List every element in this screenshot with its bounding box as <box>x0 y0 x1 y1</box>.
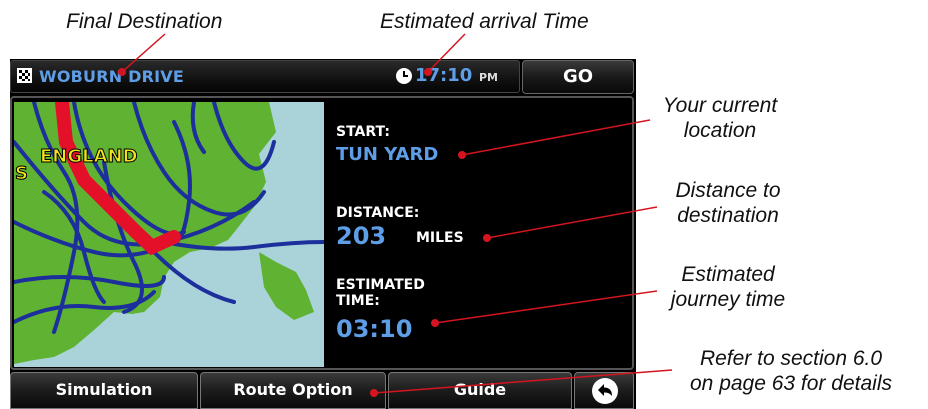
callout-line: Refer to section 6.0 <box>699 347 883 370</box>
callout-line: on page 63 for details <box>690 372 892 395</box>
callout-current-location: Your current location <box>650 93 790 143</box>
callout-journey-time: Estimated journey time <box>658 262 798 312</box>
time-value: 03:10 <box>336 315 413 343</box>
start-label: START: <box>336 124 390 140</box>
distance-unit: MILES <box>416 230 464 246</box>
callout-line: journey time <box>670 288 786 311</box>
time-label-line: TIME: <box>336 293 380 309</box>
time-label: ESTIMATED TIME: <box>336 277 425 309</box>
start-value: TUN YARD <box>336 144 439 165</box>
callout-line: Your current <box>662 94 778 117</box>
route-option-button[interactable]: Route Option <box>200 372 386 409</box>
callout-estimated-arrival: Estimated arrival Time <box>380 10 589 33</box>
eta-time: 17:10 <box>415 65 473 86</box>
callout-line: destination <box>677 204 779 227</box>
callout-line: location <box>683 119 757 142</box>
callout-final-destination: Final Destination <box>66 10 223 33</box>
checkered-flag-icon <box>17 68 32 83</box>
destination-bar[interactable]: WOBURN DRIVE 17:10 PM <box>10 60 520 93</box>
distance-label: DISTANCE: <box>336 205 420 221</box>
guide-button[interactable]: Guide <box>388 372 572 409</box>
callout-distance: Distance to destination <box>658 178 798 228</box>
eta-ampm: PM <box>479 71 499 84</box>
clock-icon <box>396 68 412 84</box>
map-edge-label: S <box>15 163 28 184</box>
callout-line: Estimated <box>681 263 775 286</box>
destination-name: WOBURN DRIVE <box>39 67 184 86</box>
callout-refer-section: Refer to section 6.0 on page 63 for deta… <box>662 346 920 396</box>
callout-line: Distance to <box>675 179 781 202</box>
go-button[interactable]: GO <box>522 60 634 94</box>
route-map[interactable]: ENGLAND S <box>14 102 324 367</box>
time-label-line: ESTIMATED <box>336 277 425 293</box>
back-arrow-icon[interactable] <box>590 376 620 406</box>
simulation-button[interactable]: Simulation <box>10 372 198 409</box>
map-region-label: ENGLAND <box>40 146 138 167</box>
distance-value: 203 <box>336 222 387 250</box>
